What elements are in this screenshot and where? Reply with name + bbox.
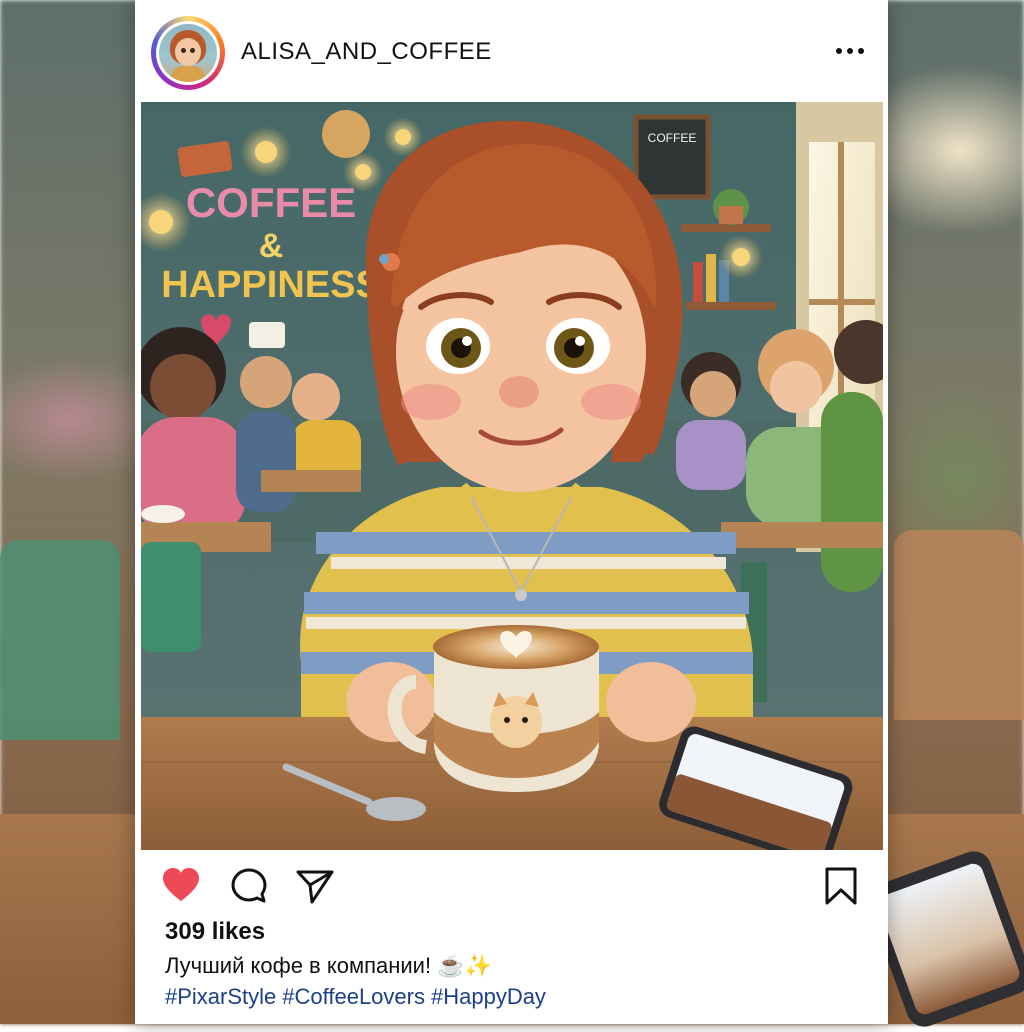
post-image[interactable]: COFFEE COFFEE & HAPPINESS — [141, 102, 883, 850]
hashtag-link[interactable]: #CoffeeLovers — [282, 984, 425, 1009]
chalkboard-text: COFFEE — [648, 131, 697, 145]
wall-sign-line1: COFFEE — [186, 179, 356, 226]
hashtag-link[interactable]: #HappyDay — [431, 984, 546, 1009]
avatar-icon[interactable] — [156, 21, 220, 85]
share-icon[interactable] — [295, 866, 335, 906]
wall-sign-line2: & — [259, 227, 284, 265]
more-options-icon[interactable] — [834, 44, 866, 58]
avatar-story-ring[interactable] — [151, 16, 225, 90]
avatar-image — [159, 24, 217, 82]
likes-count[interactable]: 309 likes — [165, 918, 265, 946]
cafe-illustration: COFFEE COFFEE & HAPPINESS — [141, 102, 883, 850]
background-chair-left — [0, 540, 120, 740]
hashtag-link[interactable]: #PixarStyle — [165, 984, 276, 1009]
post-header: ALISA_AND_COFFEE — [135, 0, 888, 104]
username[interactable]: ALISA_AND_COFFEE — [241, 38, 492, 66]
comment-icon[interactable] — [229, 866, 269, 906]
heart-icon[interactable] — [161, 866, 201, 906]
background-chair-right — [894, 530, 1024, 720]
instagram-post-card: ALISA_AND_COFFEE — [135, 0, 888, 1024]
post-actions — [135, 858, 888, 914]
post-caption: Лучший кофе в компании! ☕✨ — [165, 953, 492, 979]
hashtag-list: #PixarStyle#CoffeeLovers#HappyDay — [165, 984, 552, 1010]
bookmark-icon[interactable] — [821, 866, 861, 906]
wall-sign-line3: HAPPINESS — [161, 264, 381, 306]
